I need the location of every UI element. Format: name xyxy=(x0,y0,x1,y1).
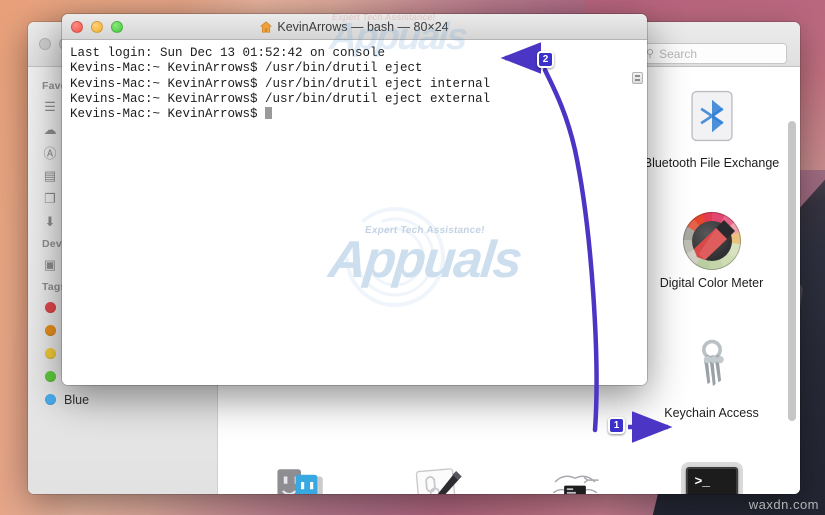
terminal-maximize-button[interactable] xyxy=(111,20,123,33)
icon-wrap xyxy=(272,462,330,494)
downloads-icon: ⬇ xyxy=(44,213,56,229)
system-information-icon xyxy=(552,475,599,494)
terminal-titlebar[interactable]: KevinArrows — bash — 80×24 xyxy=(62,14,647,40)
terminal-app-icon: >_ xyxy=(685,467,738,494)
app-label: Keychain Access xyxy=(664,406,759,420)
remote-disc-icon: ▣ xyxy=(43,256,57,272)
icloud-drive-icon: ☁ xyxy=(43,121,57,137)
documents-icon: ❐ xyxy=(44,190,56,206)
app-label: Bluetooth File Exchange xyxy=(643,156,780,170)
icon-wrap xyxy=(682,212,741,270)
tag-yellow-dot xyxy=(45,348,56,359)
terminal-line-2: Kevins-Mac:~ KevinArrows$ /usr/bin/druti… xyxy=(70,76,491,91)
tag-red-dot xyxy=(45,302,56,313)
tag-blue-dot xyxy=(45,394,56,405)
search-placeholder: Search xyxy=(659,46,698,61)
bluetooth-file-exchange-icon xyxy=(690,90,733,142)
sidebar-item-label: Blue xyxy=(64,392,90,407)
terminal-line-4: Kevins-Mac:~ KevinArrows$ xyxy=(70,107,266,122)
icon-wrap xyxy=(683,337,741,400)
terminal-cursor xyxy=(265,107,273,120)
script-editor-icon xyxy=(415,468,462,494)
icon-wrap xyxy=(409,462,467,494)
applications-icon: ▤ xyxy=(43,167,57,183)
terminal-output[interactable]: Last login: Sun Dec 13 01:52:42 on conso… xyxy=(62,40,647,385)
home-folder-icon xyxy=(260,20,273,33)
tag-green-dot xyxy=(45,371,56,382)
app-item-bluetooth-file-exchange[interactable]: Bluetooth File Exchange xyxy=(643,81,780,206)
app-label: Digital Color Meter xyxy=(659,276,764,290)
icon-wrap xyxy=(546,462,604,494)
terminal-title-text: KevinArrows — bash — 80×24 xyxy=(277,19,449,34)
app-item-system-information[interactable]: System Information xyxy=(506,456,643,494)
search-field[interactable]: ⚲ Search xyxy=(639,43,787,64)
desktop: ‹ › ⚲ Search Favorites ☰ ☁ xyxy=(0,0,825,515)
app-item-terminal[interactable]: >_ Terminal xyxy=(643,456,780,494)
eyedropper-overlay-icon xyxy=(693,220,735,260)
app-item-script-editor[interactable]: Script Editor xyxy=(369,456,506,494)
terminal-line-3: Kevins-Mac:~ KevinArrows$ /usr/bin/druti… xyxy=(70,91,491,106)
airdrop-icon: Ⓐ xyxy=(43,146,57,161)
terminal-scroll-grip[interactable] xyxy=(632,72,643,84)
app-item-digital-color-meter[interactable]: Digital Color Meter xyxy=(643,206,780,331)
terminal-minimize-button[interactable] xyxy=(91,20,103,33)
tag-orange-dot xyxy=(45,325,56,336)
sidebar-item-tag-blue[interactable]: Blue xyxy=(28,388,217,411)
terminal-line-1: Kevins-Mac:~ KevinArrows$ /usr/bin/druti… xyxy=(70,61,423,76)
icon-wrap xyxy=(683,87,741,150)
terminal-window[interactable]: KevinArrows — bash — 80×24 Last login: S… xyxy=(62,14,647,385)
all-my-files-icon: ☰ xyxy=(44,98,56,114)
search-icon: ⚲ xyxy=(646,48,655,60)
terminal-close-button[interactable] xyxy=(71,20,83,33)
icon-wrap: >_ xyxy=(680,462,743,494)
terminal-window-controls[interactable] xyxy=(71,20,123,33)
migration-assistant-icon xyxy=(276,469,323,494)
finder-close-button[interactable] xyxy=(39,38,51,50)
terminal-line-0: Last login: Sun Dec 13 01:52:42 on conso… xyxy=(70,46,386,60)
terminal-title-area: KevinArrows — bash — 80×24 xyxy=(62,20,647,34)
app-item-migration-assistant[interactable]: Migration Assistant xyxy=(232,456,369,494)
finder-scrollbar[interactable] xyxy=(788,121,796,421)
keychain-access-icon xyxy=(701,339,724,386)
app-item-keychain-access[interactable]: Keychain Access xyxy=(643,331,780,456)
